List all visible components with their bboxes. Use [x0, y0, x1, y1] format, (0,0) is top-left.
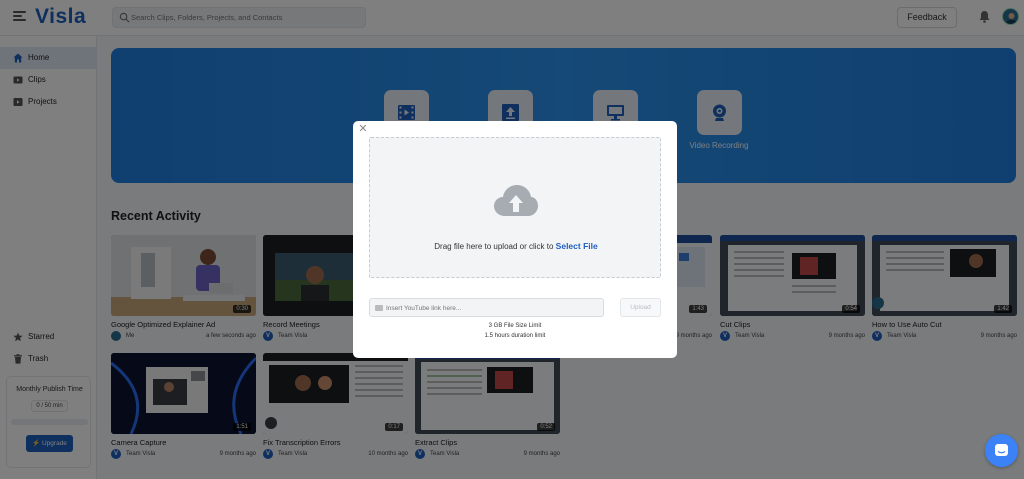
youtube-link-input[interactable] [386, 302, 596, 314]
chat-icon [995, 444, 1008, 456]
drop-instruction: Drag file here to upload or click to [434, 242, 554, 251]
upload-modal: ✕ Drag file here to upload or click to S… [353, 121, 677, 358]
upload-button[interactable]: Upload [620, 298, 661, 317]
youtube-link-field[interactable] [369, 298, 604, 317]
chat-support-button[interactable] [985, 434, 1018, 467]
file-size-limit: 3 GB File Size Limit [488, 323, 542, 329]
select-file-link[interactable]: Select File [556, 241, 598, 251]
duration-limit: 1.5 hours duration limit [484, 333, 546, 339]
cloud-upload-icon [494, 185, 538, 216]
dropzone-text: Drag file here to upload or click to Sel… [370, 241, 662, 251]
upload-dropzone[interactable]: Drag file here to upload or click to Sel… [369, 137, 661, 278]
youtube-icon [375, 305, 383, 311]
close-icon[interactable]: ✕ [358, 124, 368, 135]
